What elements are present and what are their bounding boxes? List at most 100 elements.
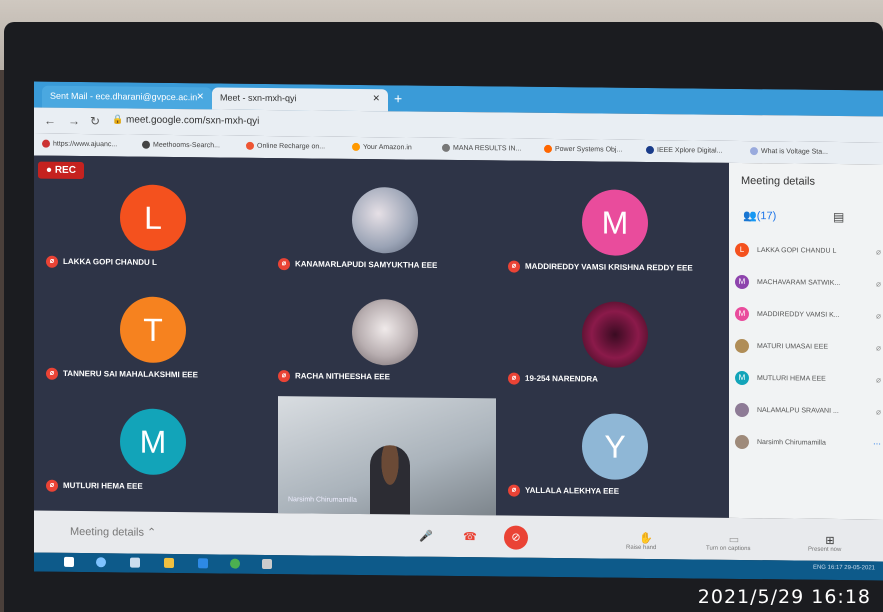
participant-name: ⌀ RACHA NITHEESHA EEE xyxy=(278,370,390,383)
system-tray: ENG 16:17 29-05-2021 xyxy=(812,564,875,572)
avatar: M xyxy=(735,274,749,290)
bookmark-icon xyxy=(246,141,254,150)
app-icon[interactable] xyxy=(262,558,272,570)
participant-tile[interactable]: ⌀ RACHA NITHEESHA EEE xyxy=(270,278,500,392)
bookmark-icon xyxy=(352,142,360,151)
captions-label: Turn on captions xyxy=(706,545,751,553)
bookmark-label: Online Recharge on... xyxy=(257,142,326,151)
avatar xyxy=(735,402,749,418)
video-feed[interactable]: Narsimh Chirumamilla xyxy=(278,396,496,516)
close-icon[interactable]: ✕ xyxy=(196,91,204,102)
people-tab[interactable]: 👥(17) xyxy=(743,209,776,222)
laptop-screen: Sent Mail - ece.dharani@gvpce.ac.in ✕ Me… xyxy=(34,81,883,581)
bookmark-item[interactable]: Meethooms-Search... xyxy=(142,140,220,150)
start-icon[interactable] xyxy=(64,556,74,567)
mic-off-icon: ⌀ xyxy=(876,279,881,289)
participant-list-name: NALAMALPU SRAVANI ... xyxy=(757,406,839,415)
mic-off-icon: ⌀ xyxy=(876,407,881,417)
bookmark-icon xyxy=(544,144,552,153)
participant-list-name: MACHAVARAM SATWIK... xyxy=(757,278,841,287)
reload-icon[interactable]: ↻ xyxy=(90,114,100,128)
participant-count: (17) xyxy=(756,210,777,223)
task-view-icon[interactable] xyxy=(130,557,140,568)
bookmark-item[interactable]: Online Recharge on... xyxy=(246,141,326,151)
participant-name: ⌀ 19-254 NARENDRA xyxy=(508,372,598,386)
lock-icon: 🔒 xyxy=(112,114,124,125)
participant-list-item[interactable]: M MUTLURI HEMA EEE ⌀ xyxy=(735,370,883,393)
participant-list-item[interactable]: MATURI UMASAI EEE ⌀ xyxy=(735,338,883,361)
panel-title: Meeting details xyxy=(741,174,815,188)
bookmark-item[interactable]: Your Amazon.in xyxy=(352,142,412,152)
participant-name: ⌀ TANNERU SAI MAHALAKSHMI EEE xyxy=(46,367,198,382)
back-icon[interactable]: ← xyxy=(44,114,56,128)
mic-off-icon: ⌀ xyxy=(876,343,881,353)
participant-list-item[interactable]: NALAMALPU SRAVANI ... ⌀ xyxy=(735,402,883,425)
close-icon[interactable]: ✕ xyxy=(372,93,380,104)
mic-off-icon: ⌀ xyxy=(876,375,881,385)
mic-off-icon: ⌀ xyxy=(508,372,520,385)
bookmark-icon xyxy=(42,139,50,148)
mic-off-icon: ⌀ xyxy=(278,258,290,271)
bookmark-item[interactable]: MANA RESULTS IN... xyxy=(442,143,521,153)
bookmark-icon xyxy=(142,140,150,149)
avatar: L xyxy=(120,184,186,252)
participant-tile[interactable]: M ⌀ MADDIREDDY VAMSI KRISHNA REDDY EEE xyxy=(500,168,730,282)
photo-timestamp: 2021/5/29 16:18 xyxy=(697,586,871,608)
participant-tile[interactable]: T ⌀ TANNERU SAI MAHALAKSHMI EEE xyxy=(38,276,268,390)
bookmark-icon xyxy=(442,143,450,152)
participant-tile[interactable]: ⌀ 19-254 NARENDRA xyxy=(500,280,730,394)
tab-gmail[interactable]: Sent Mail - ece.dharani@gvpce.ac.in ✕ xyxy=(42,85,212,110)
bookmark-item[interactable]: IEEE Xplore Digital... xyxy=(646,145,723,155)
participant-list-name: Narsimh Chirumamilla xyxy=(757,438,826,447)
participant-name-text: TANNERU SAI MAHALAKSHMI EEE xyxy=(63,368,198,380)
participant-tile[interactable]: M ⌀ MUTLURI HEMA EEE xyxy=(38,388,268,502)
bookmark-item[interactable]: https://www.ajuanc... xyxy=(42,139,118,149)
participant-list-item[interactable]: M MADDIREDDY VAMSI K... ⌀ xyxy=(735,306,883,329)
mic-on-icon: ⋯ xyxy=(873,439,881,449)
forward-icon[interactable]: → xyxy=(68,114,80,128)
mic-off-icon: ⌀ xyxy=(278,370,290,383)
person-in-video xyxy=(370,445,410,515)
mic-off-icon: ⌀ xyxy=(46,255,58,268)
chrome-icon[interactable] xyxy=(230,558,240,569)
camera-off-icon[interactable]: ⊘ xyxy=(504,525,528,550)
participant-list-item[interactable]: L LAKKA GOPI CHANDU L ⌀ xyxy=(735,242,883,265)
participant-name: ⌀ KANAMARLAPUDI SAMYUKTHA EEE xyxy=(278,258,437,272)
search-icon[interactable] xyxy=(96,557,106,568)
chat-icon[interactable]: ▤ xyxy=(833,210,844,224)
file-explorer-icon[interactable] xyxy=(164,557,174,569)
bookmark-item[interactable]: Power Systems Obj... xyxy=(544,144,622,154)
participant-list-item[interactable]: M MACHAVARAM SATWIK... ⌀ xyxy=(735,274,883,297)
video-participant-name: Narsimh Chirumamilla xyxy=(288,496,357,504)
new-tab-icon[interactable]: + xyxy=(394,90,402,106)
participant-name-text: LAKKA GOPI CHANDU L xyxy=(63,256,157,267)
participant-name-text: MADDIREDDY VAMSI KRISHNA REDDY EEE xyxy=(525,261,693,273)
participant-name-text: RACHA NITHEESHA EEE xyxy=(295,371,390,382)
bookmark-label: IEEE Xplore Digital... xyxy=(657,146,723,155)
avatar: M xyxy=(582,189,648,256)
hang-up-icon[interactable]: ☎ xyxy=(458,525,482,549)
participant-name-text: 19-254 NARENDRA xyxy=(525,373,598,384)
tab-gmail-label: Sent Mail - ece.dharani@gvpce.ac.in xyxy=(50,90,198,103)
url-field[interactable]: meet.google.com/sxn-mxh-qyi xyxy=(126,115,259,127)
participant-tile[interactable]: ⌀ KANAMARLAPUDI SAMYUKTHA EEE xyxy=(270,166,500,280)
bookmark-item[interactable]: What is Voltage Sta... xyxy=(750,147,828,156)
bookmark-icon xyxy=(750,147,758,156)
participant-name-text: KANAMARLAPUDI SAMYUKTHA EEE xyxy=(295,259,438,270)
meeting-details-toggle[interactable]: Meeting details ⌃ xyxy=(70,525,156,539)
tab-meet[interactable]: Meet - sxn-mxh-qyi ✕ xyxy=(212,87,388,112)
participant-list-item[interactable]: Narsimh Chirumamilla ⋯ xyxy=(735,434,883,457)
bookmark-label: https://www.ajuanc... xyxy=(53,140,118,149)
mic-icon[interactable]: 🎤 xyxy=(414,525,438,549)
participant-tile[interactable]: L ⌀ LAKKA GOPI CHANDU L xyxy=(38,164,268,278)
avatar: M xyxy=(735,306,749,322)
avatar: M xyxy=(120,408,186,476)
store-icon[interactable] xyxy=(198,558,208,569)
participant-list-name: MADDIREDDY VAMSI K... xyxy=(757,310,840,319)
meeting-details-label: Meeting details xyxy=(70,525,144,539)
participant-tile[interactable]: Y ⌀ YALLALA ALEKHYA EEE xyxy=(500,392,730,506)
participant-name-text: MUTLURI HEMA EEE xyxy=(63,480,143,491)
mic-off-icon: ⌀ xyxy=(508,484,520,497)
mic-off-icon: ⌀ xyxy=(46,367,58,380)
participant-name-text: YALLALA ALEKHYA EEE xyxy=(525,485,620,496)
